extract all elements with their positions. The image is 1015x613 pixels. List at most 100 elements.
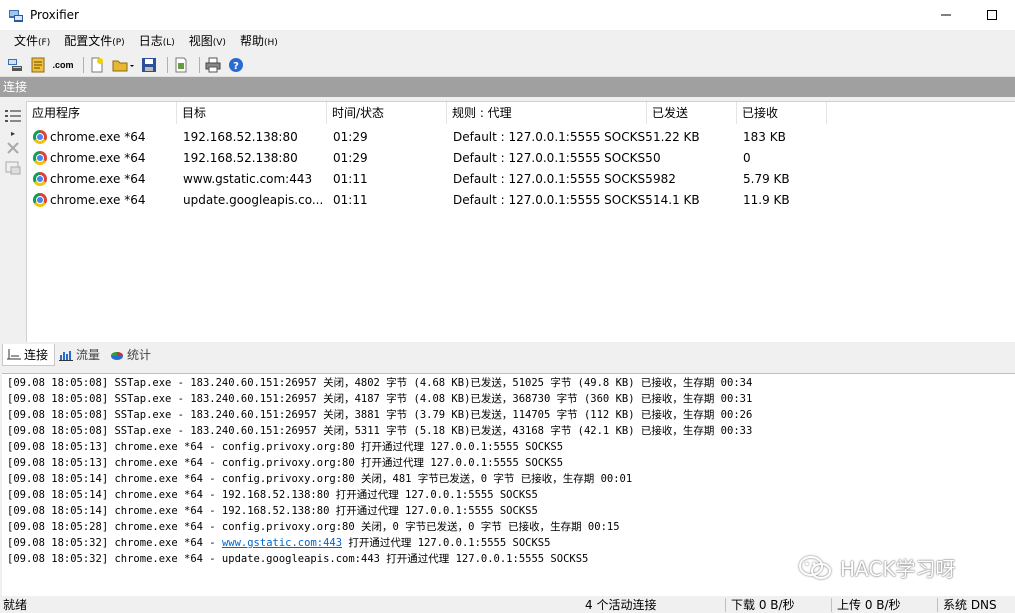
table-row[interactable]: chrome.exe *64 192.168.52.138:80 01:29 D… bbox=[27, 148, 1015, 169]
cell-received: 11.9 KB bbox=[743, 193, 790, 207]
cell-received: 5.79 KB bbox=[743, 172, 790, 186]
cell-sent: 0 bbox=[653, 151, 661, 165]
cell-received: 183 KB bbox=[743, 130, 786, 144]
cell-application: chrome.exe *64 bbox=[50, 193, 146, 207]
proxy-servers-button[interactable] bbox=[6, 56, 24, 74]
cell-time-status: 01:29 bbox=[333, 151, 368, 165]
cell-application: chrome.exe *64 bbox=[50, 130, 146, 144]
cell-received: 0 bbox=[743, 151, 751, 165]
cell-sent: 982 bbox=[653, 172, 676, 186]
save-profile-button[interactable] bbox=[140, 56, 158, 74]
proxifier-window: Proxifier 文件(F) 配置文件(P) 日志(L) 视图(V) 帮助(H… bbox=[0, 0, 1015, 613]
log-line: [09.08 18:05:08] SSTap.exe - 183.240.60.… bbox=[7, 425, 753, 437]
column-header-received[interactable]: 已接收 bbox=[737, 102, 827, 124]
log-line: [09.08 18:05:13] chrome.exe *64 - config… bbox=[7, 441, 564, 453]
status-separator bbox=[831, 598, 832, 612]
cell-target: 192.168.52.138:80 bbox=[183, 151, 298, 165]
table-row[interactable]: chrome.exe *64 www.gstatic.com:443 01:11… bbox=[27, 169, 1015, 190]
log-line: [09.08 18:05:14] chrome.exe *64 - config… bbox=[7, 473, 633, 485]
status-active-connections: 4 个活动连接 bbox=[585, 598, 657, 612]
list-view-toggle[interactable] bbox=[5, 109, 21, 123]
settings-document-icon bbox=[175, 57, 187, 72]
log-line: [09.08 18:05:32] chrome.exe *64 - www.gs… bbox=[7, 537, 551, 549]
log-line: [09.08 18:05:08] SSTap.exe - 183.240.60.… bbox=[7, 393, 753, 405]
column-header-application[interactable]: 应用程序 bbox=[27, 102, 177, 124]
close-connection-button[interactable] bbox=[5, 141, 21, 155]
chrome-icon bbox=[33, 193, 47, 207]
column-header-time-status[interactable]: 时间/状态 bbox=[327, 102, 447, 124]
proxification-rules-button[interactable] bbox=[29, 56, 47, 74]
tab-connections[interactable]: 连接 bbox=[2, 344, 56, 366]
cell-application: chrome.exe *64 bbox=[50, 172, 146, 186]
table-row[interactable]: chrome.exe *64 192.168.52.138:80 01:29 D… bbox=[27, 127, 1015, 148]
open-folder-icon bbox=[112, 60, 134, 71]
table-row[interactable]: chrome.exe *64 update.googleapis.co... 0… bbox=[27, 190, 1015, 211]
print-button[interactable] bbox=[204, 56, 222, 74]
close-x-icon bbox=[7, 142, 19, 154]
log-line: [09.08 18:05:08] SSTap.exe - 183.240.60.… bbox=[7, 409, 753, 421]
new-profile-icon bbox=[91, 57, 103, 72]
name-resolution-button[interactable]: .com bbox=[52, 56, 74, 74]
menu-log[interactable]: 日志(L) bbox=[132, 30, 182, 52]
log-line: [09.08 18:05:28] chrome.exe *64 - config… bbox=[7, 521, 620, 533]
status-separator bbox=[937, 598, 938, 612]
minimize-icon bbox=[941, 14, 951, 16]
maximize-button[interactable] bbox=[969, 0, 1015, 30]
cell-rule-proxy: Default : 127.0.0.1:5555 SOCKS5 bbox=[453, 193, 653, 207]
chrome-icon bbox=[33, 172, 47, 186]
status-upload-rate: 上传 0 B/秒 bbox=[837, 598, 901, 612]
help-button[interactable]: ? bbox=[227, 56, 245, 74]
maximize-icon bbox=[987, 10, 997, 20]
cell-time-status: 01:29 bbox=[333, 130, 368, 144]
menu-bar: 文件(F) 配置文件(P) 日志(L) 视图(V) 帮助(H) bbox=[0, 30, 1015, 52]
open-profile-button[interactable] bbox=[111, 56, 135, 74]
menu-view[interactable]: 视图(V) bbox=[182, 30, 233, 52]
toolbar-separator bbox=[199, 56, 200, 73]
menu-profile[interactable]: 配置文件(P) bbox=[57, 30, 131, 52]
status-download-rate: 下载 0 B/秒 bbox=[731, 598, 795, 612]
log-link-gstatic[interactable]: www.gstatic.com:443 bbox=[222, 537, 342, 549]
minimize-button[interactable] bbox=[923, 0, 969, 30]
dns-com-icon: .com bbox=[52, 59, 74, 70]
statistics-pie-icon bbox=[111, 352, 124, 360]
status-ready: 就绪 bbox=[3, 598, 28, 612]
log-line: [09.08 18:05:14] chrome.exe *64 - 192.16… bbox=[7, 505, 538, 517]
help-question-icon: ? bbox=[229, 57, 243, 72]
menu-help[interactable]: 帮助(H) bbox=[233, 30, 285, 52]
title-bar: Proxifier bbox=[0, 0, 1015, 30]
tab-traffic[interactable]: 流量 bbox=[55, 344, 106, 366]
window-title: Proxifier bbox=[30, 8, 79, 22]
rule-from-connection-button[interactable] bbox=[5, 161, 21, 175]
proxifier-app-icon bbox=[8, 7, 24, 23]
column-header-target[interactable]: 目标 bbox=[177, 102, 327, 124]
view-tabs: 连接 流量 统计 bbox=[0, 344, 1015, 368]
cell-sent: 1.22 KB bbox=[653, 130, 700, 144]
svg-text:?: ? bbox=[233, 61, 239, 72]
advanced-settings-button[interactable] bbox=[172, 56, 190, 74]
chrome-icon bbox=[33, 130, 47, 144]
cell-application: chrome.exe *64 bbox=[50, 151, 146, 165]
cell-target: update.googleapis.co... bbox=[183, 193, 324, 207]
menu-file[interactable]: 文件(F) bbox=[7, 30, 57, 52]
status-separator bbox=[725, 598, 726, 612]
column-header-rule-proxy[interactable]: 规则 : 代理 bbox=[447, 102, 647, 124]
toolbar-separator bbox=[167, 56, 168, 73]
cell-rule-proxy: Default : 127.0.0.1:5555 SOCKS5 bbox=[453, 172, 653, 186]
cell-target: 192.168.52.138:80 bbox=[183, 130, 298, 144]
connections-list[interactable]: 应用程序 目标 时间/状态 规则 : 代理 已发送 已接收 chrome.exe… bbox=[26, 101, 1015, 342]
column-header-sent[interactable]: 已发送 bbox=[647, 102, 737, 124]
save-disk-icon bbox=[142, 57, 156, 72]
new-profile-button[interactable] bbox=[88, 56, 106, 74]
expand-arrow-icon[interactable]: ▸ bbox=[5, 126, 21, 140]
rule-window-icon bbox=[5, 161, 21, 175]
rules-icon bbox=[31, 57, 45, 72]
wechat-icon bbox=[799, 555, 831, 579]
cell-rule-proxy: Default : 127.0.0.1:5555 SOCKS5 bbox=[453, 151, 653, 165]
chrome-icon bbox=[33, 151, 47, 165]
cell-time-status: 01:11 bbox=[333, 172, 368, 186]
proxy-servers-icon bbox=[8, 58, 22, 71]
status-bar: 就绪 4 个活动连接 下载 0 B/秒 上传 0 B/秒 系统 DNS bbox=[0, 597, 1015, 613]
toolbar-separator bbox=[83, 56, 84, 73]
tab-statistics[interactable]: 统计 bbox=[106, 344, 157, 366]
connections-list-header: 应用程序 目标 时间/状态 规则 : 代理 已发送 已接收 bbox=[27, 102, 1015, 124]
